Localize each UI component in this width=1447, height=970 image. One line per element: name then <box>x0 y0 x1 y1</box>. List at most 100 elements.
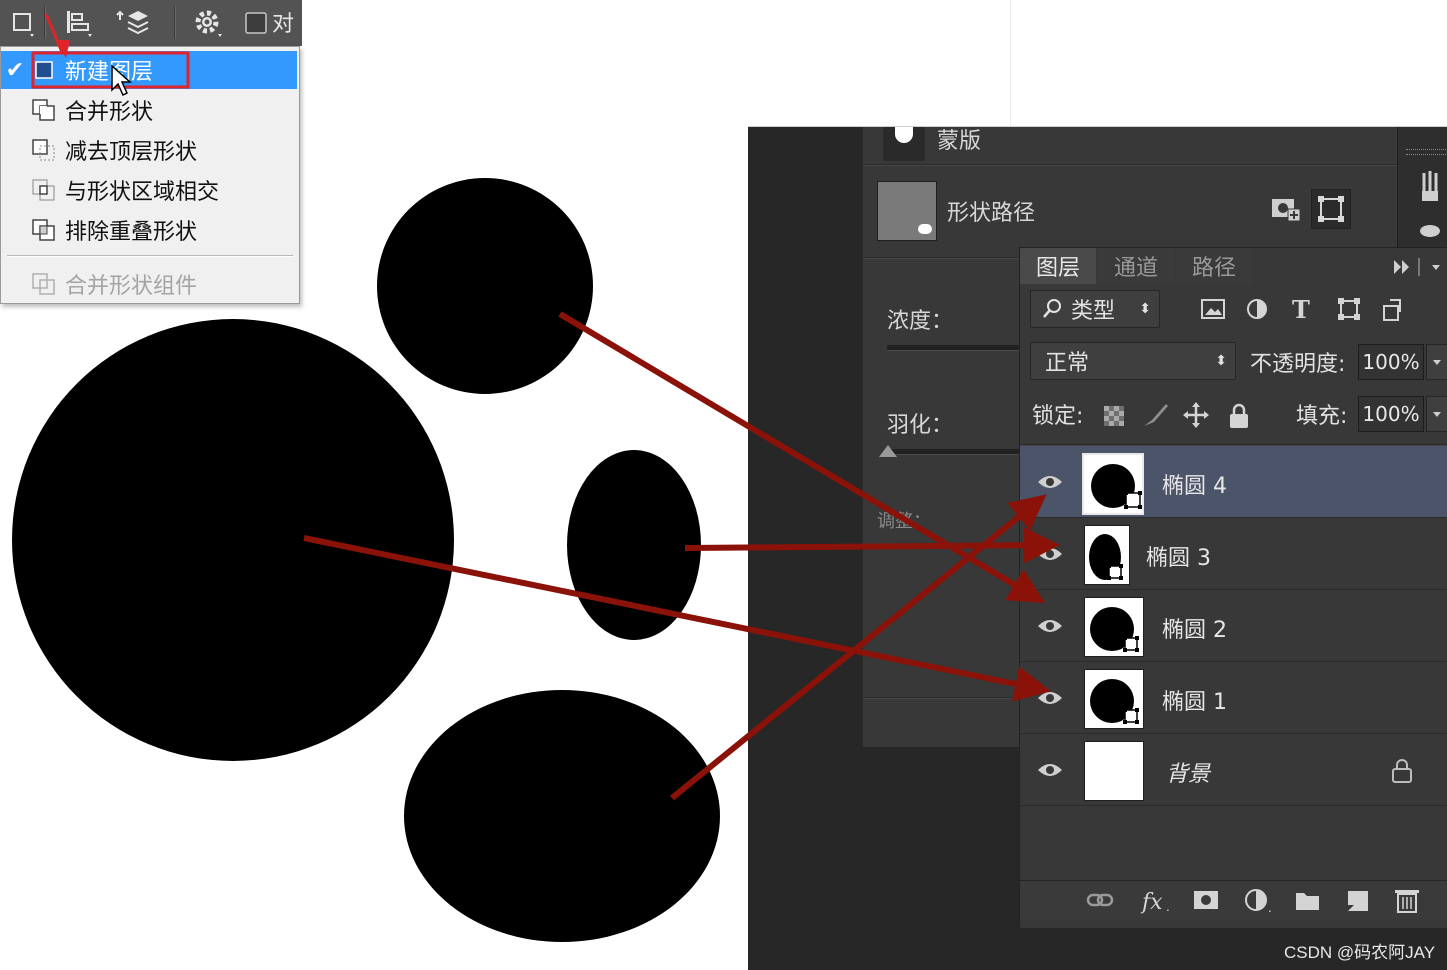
adjust-label: 调整： <box>877 511 931 532</box>
trash-icon <box>1395 890 1419 913</box>
smart-object-filter-icon <box>1383 299 1401 321</box>
checkmark-icon: ✔ <box>5 57 25 83</box>
chevron-updown-icon: ⬍ <box>1139 301 1151 317</box>
layer-row-ellipse-1[interactable]: 椭圆 1 <box>1020 662 1447 734</box>
adjustment-layer-icon: . <box>1245 889 1272 915</box>
merge-shape-components-icon <box>29 272 59 296</box>
layer-row-ellipse-2[interactable]: 椭圆 2 <box>1020 590 1447 662</box>
add-vector-mask-button[interactable] <box>1311 189 1351 229</box>
adjustment-filter-icon <box>1247 299 1267 319</box>
menu-item-exclude-overlapping-shapes[interactable]: 排除重叠形状 <box>1 211 297 249</box>
blend-mode-select[interactable]: 正常 ⬍ <box>1030 342 1236 380</box>
combine-shapes-icon <box>29 98 59 122</box>
tab-channels[interactable]: 通道 <box>1098 248 1174 284</box>
ellipse-4-shape <box>377 178 593 394</box>
ellipse-2-shape <box>404 690 720 942</box>
chevron-down-icon <box>1433 412 1441 417</box>
mask-row-label: 蒙版 <box>937 129 982 154</box>
density-label: 浓度： <box>887 309 954 334</box>
layer-filter-select[interactable]: 类型 ⬍ <box>1030 290 1160 328</box>
menu-item-label: 排除重叠形状 <box>65 220 198 245</box>
lock-position-icon <box>1183 402 1209 428</box>
lock-all-icon <box>1230 403 1248 428</box>
menu-item-label: 与形状区域相交 <box>65 180 220 205</box>
feather-label: 羽化： <box>887 413 954 438</box>
lock-icon <box>1392 759 1412 783</box>
menu-item-label: 合并形状组件 <box>65 274 198 299</box>
lock-image-pixels-icon <box>1144 404 1168 426</box>
menu-item-label: 新建图层 <box>65 60 154 85</box>
lock-transparent-pixels-icon <box>1104 406 1124 426</box>
right-tool-strip <box>1397 127 1447 247</box>
layer-name: 椭圆 4 <box>1162 474 1227 499</box>
layer-name: 椭圆 1 <box>1162 690 1227 715</box>
eye-icon[interactable] <box>1036 542 1064 566</box>
vector-mask-thumbnail[interactable] <box>877 181 937 241</box>
menu-item-intersect-shape-areas[interactable]: 与形状区域相交 <box>1 171 297 209</box>
opacity-input[interactable]: 100% <box>1358 344 1424 380</box>
eye-icon[interactable] <box>1036 614 1064 638</box>
group-folder-icon <box>1296 893 1319 910</box>
filter-kind-value: 类型 <box>1071 299 1116 324</box>
svg-text:.: . <box>1166 900 1170 914</box>
link-layers-icon <box>1086 893 1114 907</box>
layer-thumbnail <box>1084 669 1144 729</box>
menu-item-label: 减去顶层形状 <box>65 140 198 165</box>
menu-item-merge-shape-components[interactable]: 合并形状组件 <box>1 265 297 303</box>
feather-slider[interactable] <box>887 449 1027 455</box>
opacity-label: 不透明度: <box>1250 352 1346 377</box>
new-layer-icon <box>29 58 59 82</box>
type-filter-icon: T <box>1292 296 1310 324</box>
shape-filter-icon <box>1338 298 1360 320</box>
lock-options <box>1104 402 1248 428</box>
eye-icon[interactable] <box>1036 470 1064 494</box>
vector-mask-icon <box>1318 196 1344 222</box>
eye-icon[interactable] <box>1036 758 1064 782</box>
density-slider[interactable] <box>887 345 1027 351</box>
chevron-updown-icon: ⬍ <box>1215 353 1227 369</box>
layer-filter-icons: T <box>1201 296 1401 324</box>
ellipse-3-shape <box>567 450 701 640</box>
brush-presets-icon[interactable] <box>1416 167 1446 207</box>
menu-item-subtract-front-shape[interactable]: 减去顶层形状 <box>1 131 297 169</box>
chevron-down-icon <box>1433 360 1441 365</box>
layer-row-ellipse-3[interactable]: 椭圆 3 <box>1020 518 1447 590</box>
subtract-front-shape-icon <box>29 138 59 162</box>
menu-item-combine-shapes[interactable]: 合并形状 <box>1 91 297 129</box>
fill-label: 填充: <box>1296 404 1348 429</box>
mask-icon[interactable] <box>883 127 925 161</box>
layer-name: 椭圆 3 <box>1146 546 1211 571</box>
feather-slider-thumb[interactable] <box>877 441 899 459</box>
tab-paths[interactable]: 路径 <box>1176 248 1252 284</box>
blend-mode-value: 正常 <box>1045 351 1090 376</box>
svg-text:.: . <box>1268 901 1272 915</box>
layer-row-ellipse-4[interactable]: 椭圆 4 <box>1020 446 1447 518</box>
fill-dropdown[interactable] <box>1426 396 1447 432</box>
tab-layers[interactable]: 图层 <box>1020 248 1096 284</box>
menu-item-label: 合并形状 <box>65 100 154 125</box>
layer-thumbnail <box>1082 453 1144 515</box>
layers-bottom-bar: fx. . <box>1020 880 1447 919</box>
eye-icon[interactable] <box>1036 686 1064 710</box>
layer-row-background[interactable]: 背景 <box>1020 734 1447 806</box>
intersect-shape-areas-icon <box>29 178 59 202</box>
menu-item-new-layer[interactable]: ✔ 新建图层 <box>1 51 297 89</box>
fill-input[interactable]: 100% <box>1358 396 1424 432</box>
layer-thumbnail <box>1084 741 1144 801</box>
layer-name: 椭圆 2 <box>1162 618 1227 643</box>
fx-icon: fx. <box>1140 890 1170 915</box>
svg-text:fx: fx <box>1140 890 1163 915</box>
add-pixel-mask-icon[interactable] <box>1268 191 1302 225</box>
ellipse-1-shape <box>12 319 454 761</box>
new-layer-icon <box>1348 891 1368 911</box>
layers-panel: 图层 通道 路径 类型 ⬍ T 正常 ⬍ 不透明度: 100% 锁定: 填充: … <box>1019 247 1447 928</box>
search-icon <box>1043 299 1061 318</box>
panel-menu-icon[interactable] <box>1388 256 1444 278</box>
opacity-dropdown[interactable] <box>1426 344 1447 380</box>
svg-text:T: T <box>1292 296 1310 324</box>
exclude-overlapping-shapes-icon <box>29 218 59 242</box>
layer-thumbnail <box>1084 597 1144 657</box>
layers-bottom-icons: fx. . <box>1086 889 1419 915</box>
clone-source-icon[interactable] <box>1416 221 1446 241</box>
layer-name: 背景 <box>1166 762 1211 787</box>
